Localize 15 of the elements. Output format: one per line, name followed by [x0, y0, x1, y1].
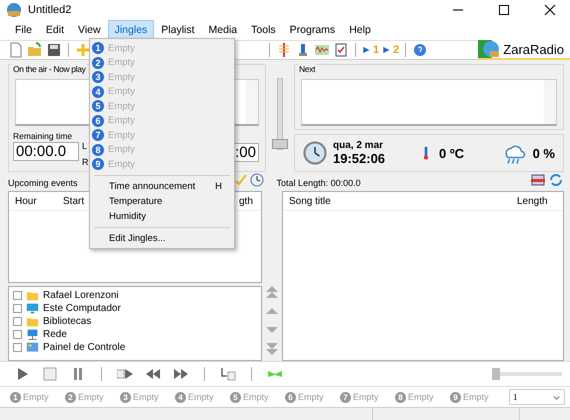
humidity-text: 0 % [532, 146, 555, 160]
temperature-text: 0 ºC [439, 146, 464, 160]
remaining-time-label: Remaining time [13, 131, 74, 141]
panel-title: Next [298, 64, 316, 74]
window-title: Untitled2 [28, 4, 72, 16]
left-channel-label: L [82, 141, 88, 151]
remaining-time-display: 00:00.0 [13, 142, 79, 161]
panel-title: On the air - Now play [12, 64, 86, 74]
time-text: 19:52:06 [333, 151, 386, 166]
time-display: :00 [233, 143, 259, 162]
app-logo: ZaraRadio [478, 40, 570, 60]
right-channel-label: R [82, 157, 88, 167]
upcoming-events-label: Upcoming events [8, 178, 78, 188]
total-length-label: Total Length: 00:00.0 [276, 178, 361, 188]
date-text: qua, 2 mar [333, 140, 384, 151]
